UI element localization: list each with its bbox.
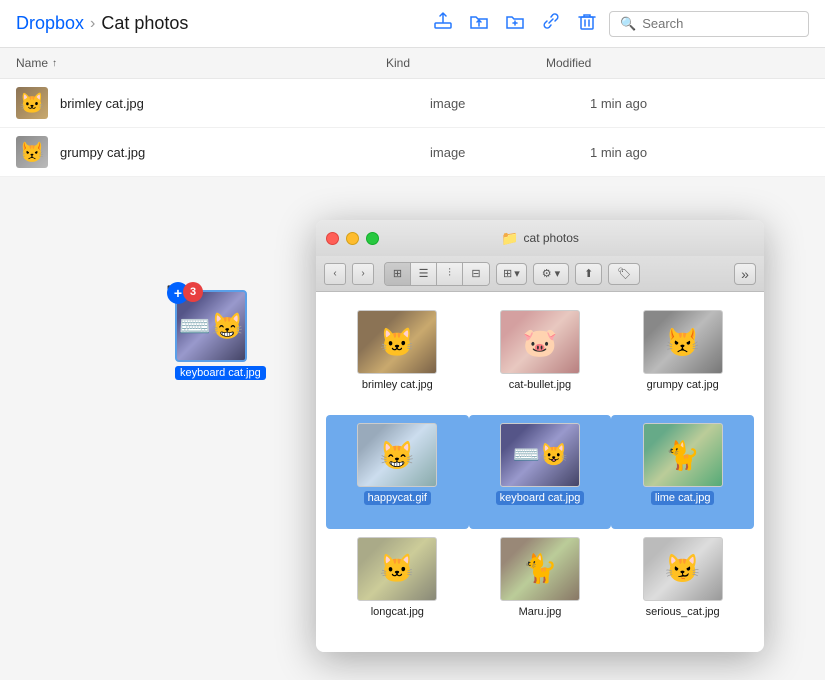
drag-item: ↖ + 3 ⌨️😸 keyboard cat.jpg xyxy=(175,290,266,380)
file-thumbnail: 🐱 xyxy=(16,87,48,119)
delete-icon[interactable] xyxy=(577,11,597,36)
finder-item[interactable]: 😼 serious_cat.jpg xyxy=(611,529,754,642)
finder-item-thumb: 😼 xyxy=(643,537,723,601)
finder-item[interactable]: 🐱 brimley cat.jpg xyxy=(326,302,469,415)
finder-item-label: serious_cat.jpg xyxy=(642,605,724,619)
more-button[interactable]: » xyxy=(734,263,756,285)
finder-item[interactable]: 🐈 Maru.jpg xyxy=(469,529,612,642)
finder-item[interactable]: 😸 happycat.gif xyxy=(326,415,469,528)
finder-titlebar: 📁 cat photos xyxy=(316,220,764,256)
finder-item-label: happycat.gif xyxy=(364,491,431,505)
finder-item-thumb: 🐱 xyxy=(357,310,437,374)
finder-window: 📁 cat photos ‹ › ⊞ ☰ ⫶ ⊟ ⊞ ▾ ⚙ ▾ ⬆ 🏷 » xyxy=(316,220,764,652)
finder-toolbar: ‹ › ⊞ ☰ ⫶ ⊟ ⊞ ▾ ⚙ ▾ ⬆ 🏷 » xyxy=(316,256,764,292)
finder-item-label: cat-bullet.jpg xyxy=(505,378,575,392)
col-header-name[interactable]: Name ↑ xyxy=(16,56,386,70)
arrange-chevron: ▾ xyxy=(514,267,520,280)
finder-item-thumb: 😸 xyxy=(357,423,437,487)
col-header-modified[interactable]: Modified xyxy=(546,56,809,70)
top-bar: Dropbox › Cat photos xyxy=(0,0,825,48)
breadcrumb-home[interactable]: Dropbox xyxy=(16,13,84,34)
breadcrumb-separator: › xyxy=(90,15,95,33)
file-kind: image xyxy=(430,145,590,160)
upload-folder-icon[interactable] xyxy=(469,11,489,36)
file-thumbnail: 😾 xyxy=(16,136,48,168)
nav-back-button[interactable]: ‹ xyxy=(324,263,346,285)
finder-item[interactable]: 🐈 lime cat.jpg xyxy=(611,415,754,528)
file-list: 🐱 brimley cat.jpg image 1 min ago 😾 grum… xyxy=(0,79,825,177)
finder-item-label: longcat.jpg xyxy=(367,605,428,619)
upload-file-icon[interactable] xyxy=(433,11,453,36)
finder-title: 📁 cat photos xyxy=(501,230,579,247)
toolbar-icons xyxy=(433,11,597,36)
view-icon-button[interactable]: ⊞ xyxy=(385,263,411,285)
file-name: grumpy cat.jpg xyxy=(60,145,380,160)
table-row[interactable]: 😾 grumpy cat.jpg image 1 min ago xyxy=(0,128,825,177)
drag-thumbnail: ⌨️😸 xyxy=(175,290,247,362)
finder-item-label: Maru.jpg xyxy=(515,605,566,619)
finder-item-label: grumpy cat.jpg xyxy=(643,378,723,392)
finder-item-thumb: 🐷 xyxy=(500,310,580,374)
search-input[interactable] xyxy=(642,16,798,31)
finder-item-thumb: 🐈 xyxy=(643,423,723,487)
finder-item[interactable]: 🐱 longcat.jpg xyxy=(326,529,469,642)
finder-item-label: lime cat.jpg xyxy=(651,491,715,505)
finder-item[interactable]: ⌨️😺 keyboard cat.jpg xyxy=(469,415,612,528)
finder-item-thumb: 🐱 xyxy=(357,537,437,601)
finder-item-label: brimley cat.jpg xyxy=(358,378,437,392)
col-header-kind[interactable]: Kind xyxy=(386,56,546,70)
minimize-button[interactable] xyxy=(346,232,359,245)
view-list-button[interactable]: ☰ xyxy=(411,263,437,285)
maximize-button[interactable] xyxy=(366,232,379,245)
breadcrumb-current: Cat photos xyxy=(101,13,188,34)
drag-label: keyboard cat.jpg xyxy=(175,366,266,380)
finder-grid: 🐱 brimley cat.jpg 🐷 cat-bullet.jpg 😾 gru… xyxy=(316,292,764,652)
file-modified: 1 min ago xyxy=(590,96,809,111)
finder-item[interactable]: 🐷 cat-bullet.jpg xyxy=(469,302,612,415)
breadcrumb: Dropbox › Cat photos xyxy=(16,13,421,34)
search-icon: 🔍 xyxy=(620,16,636,32)
finder-item-thumb: 😾 xyxy=(643,310,723,374)
view-cover-button[interactable]: ⊟ xyxy=(463,263,489,285)
nav-forward-button[interactable]: › xyxy=(352,263,374,285)
view-toggle-group: ⊞ ☰ ⫶ ⊟ xyxy=(384,262,490,286)
file-name: brimley cat.jpg xyxy=(60,96,380,111)
finder-item-label: keyboard cat.jpg xyxy=(496,491,585,505)
search-box[interactable]: 🔍 xyxy=(609,11,809,37)
tag-button[interactable]: 🏷 xyxy=(608,263,640,285)
arrange-dropdown[interactable]: ⊞ ▾ xyxy=(496,263,527,285)
close-button[interactable] xyxy=(326,232,339,245)
share-icon: ⬆ xyxy=(584,267,593,280)
share-button[interactable]: ⬆ xyxy=(575,263,602,285)
gear-icon: ⚙ xyxy=(542,267,552,280)
file-modified: 1 min ago xyxy=(590,145,809,160)
table-row[interactable]: 🐱 brimley cat.jpg image 1 min ago xyxy=(0,79,825,128)
finder-item[interactable]: 😾 grumpy cat.jpg xyxy=(611,302,754,415)
view-column-button[interactable]: ⫶ xyxy=(437,263,463,285)
finder-item-thumb: ⌨️😺 xyxy=(500,423,580,487)
file-kind: image xyxy=(430,96,590,111)
arrange-icon: ⊞ xyxy=(503,267,512,280)
tag-icon: 🏷 xyxy=(617,267,631,280)
copy-link-icon[interactable] xyxy=(541,11,561,36)
finder-item-thumb: 🐈 xyxy=(500,537,580,601)
action-button[interactable]: ⚙ ▾ xyxy=(533,263,569,285)
file-list-header: Name ↑ Kind Modified xyxy=(0,48,825,79)
action-chevron: ▾ xyxy=(555,267,561,280)
new-folder-icon[interactable] xyxy=(505,11,525,36)
drag-count-badge: 3 xyxy=(183,282,203,302)
folder-icon: 📁 xyxy=(501,230,518,247)
